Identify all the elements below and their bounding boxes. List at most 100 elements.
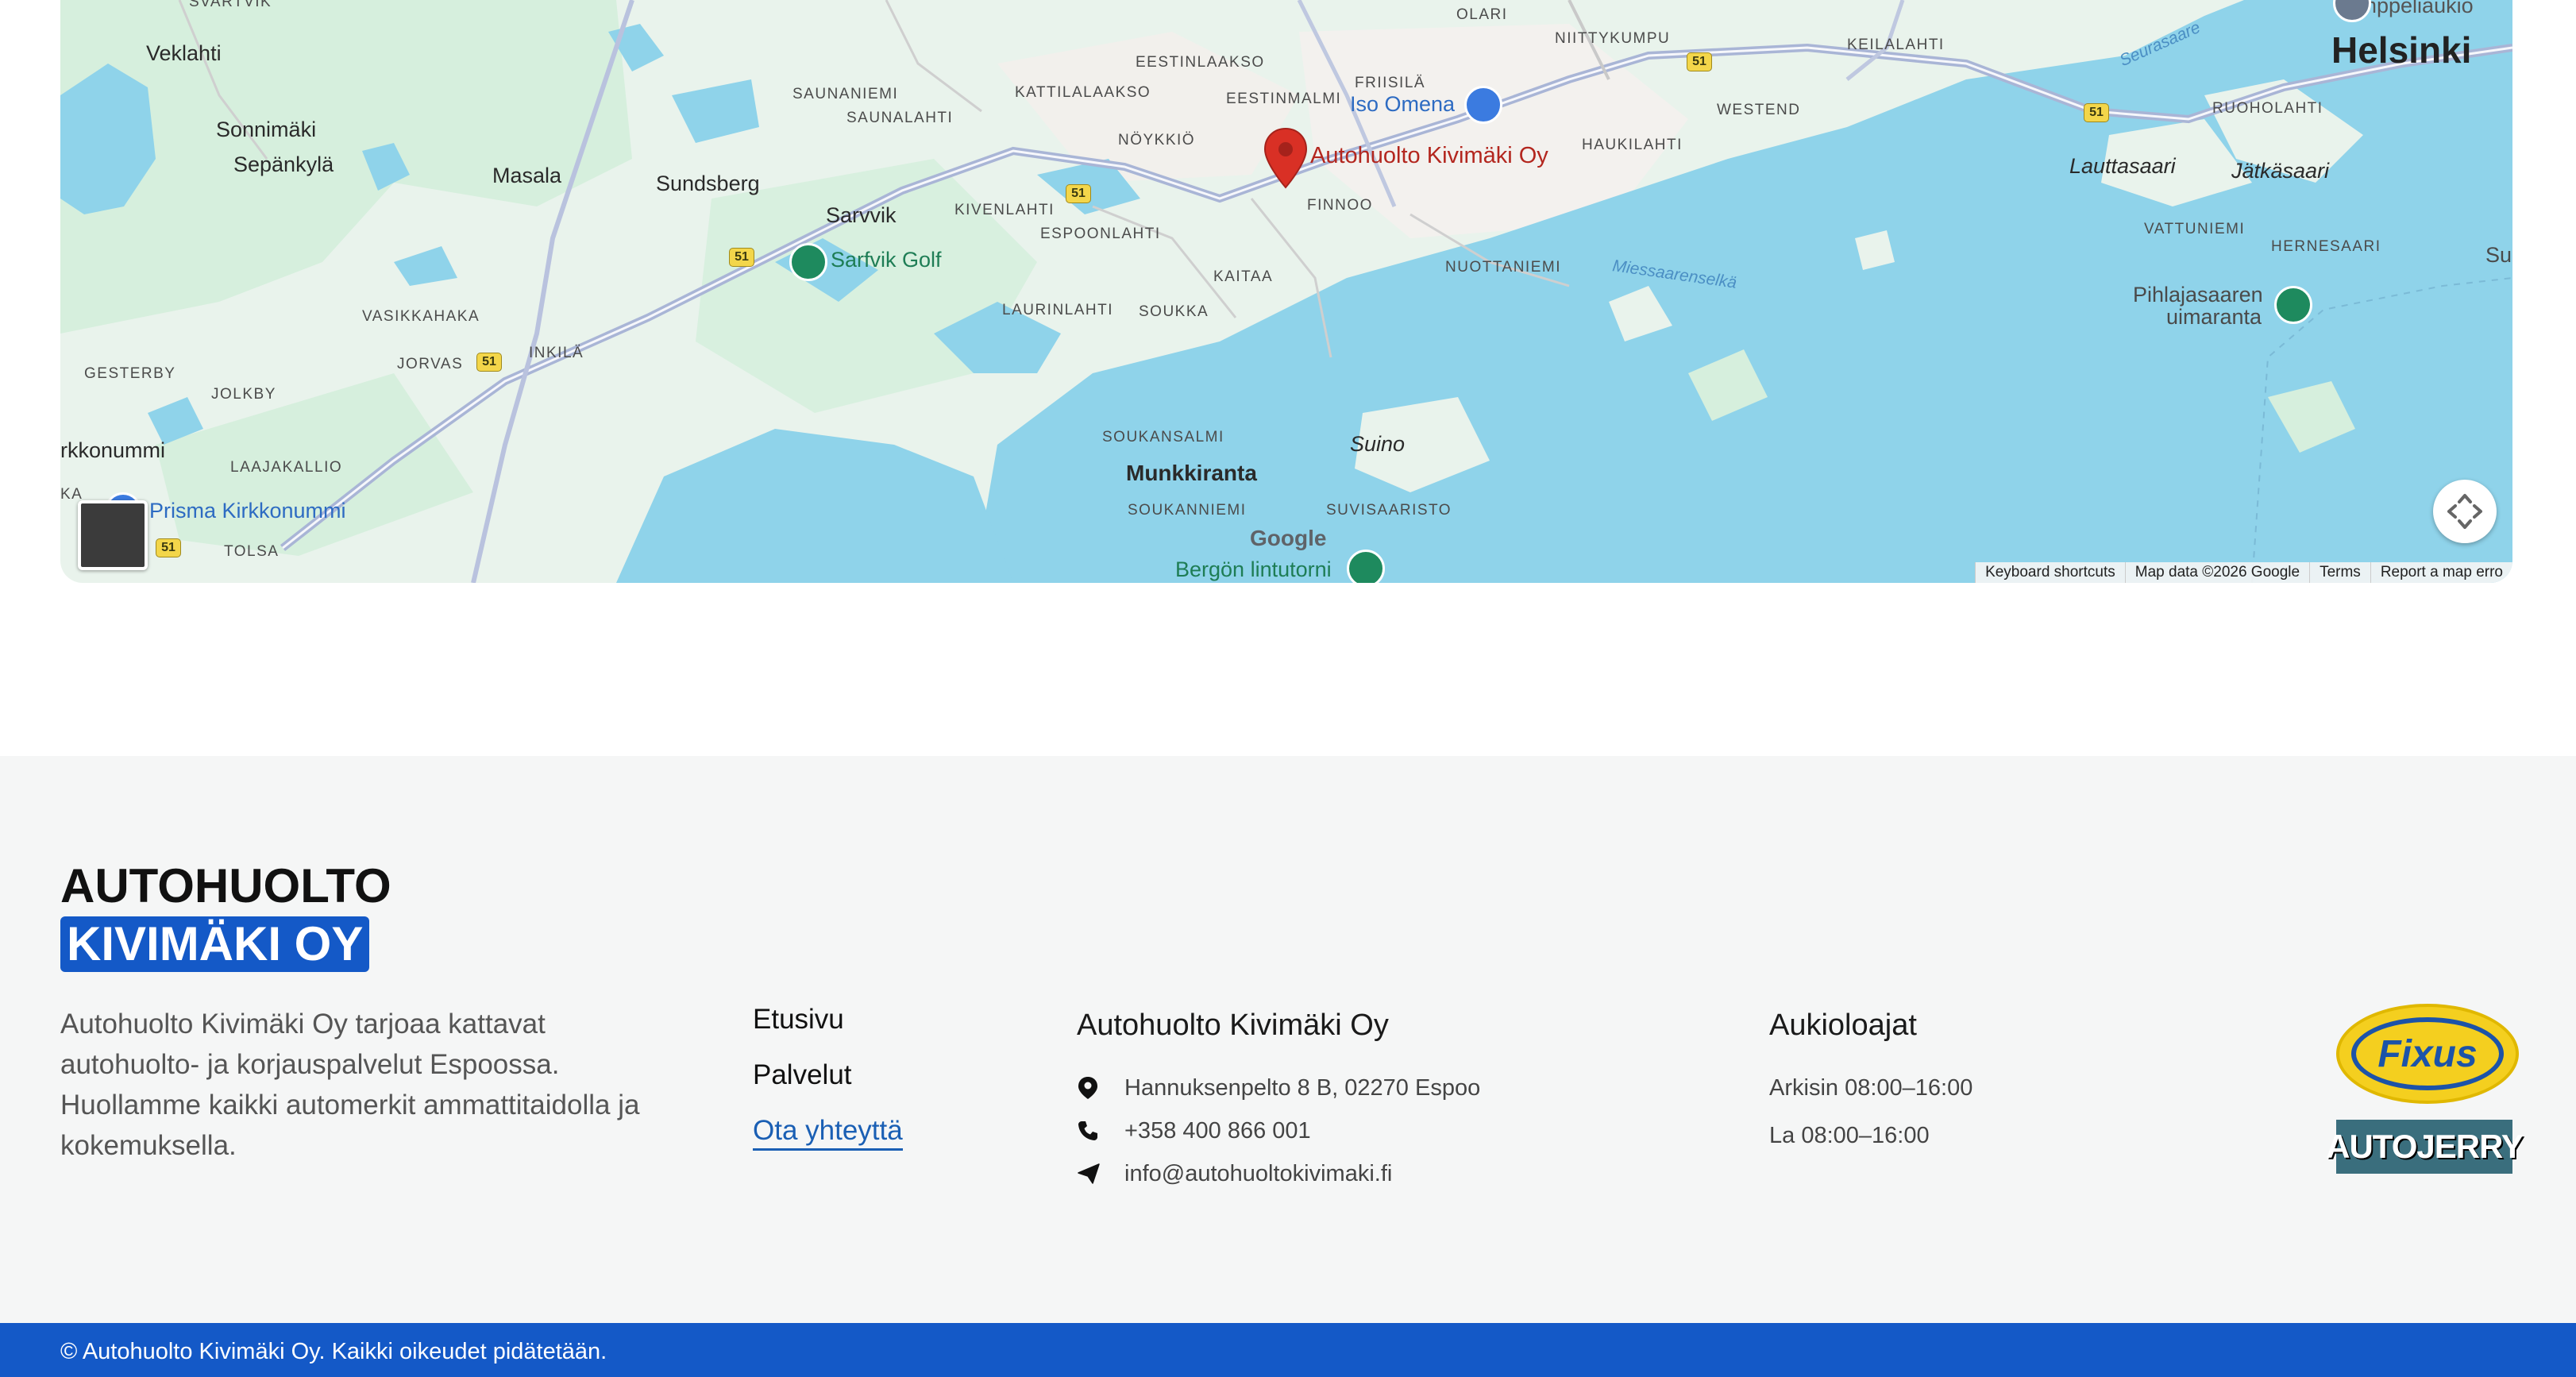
map-label: INKILÄ (529, 345, 584, 361)
road-shield: 51 (476, 353, 502, 372)
map-label: GESTERBY (84, 365, 176, 382)
contact-heading: Autohuolto Kivimäki Oy (1077, 1009, 1389, 1042)
poi-iso-omena[interactable]: Iso Omena (1350, 92, 1455, 117)
location-pin-icon (1078, 1077, 1097, 1099)
map-label: VASIKKAHAKA (362, 308, 480, 325)
road-shield: 51 (729, 248, 754, 267)
terms-link[interactable]: Terms (2309, 562, 2370, 583)
map-label: Sarvvik (826, 203, 897, 227)
tree-icon[interactable] (1347, 550, 1385, 583)
map-label: EESTINMALMI (1226, 91, 1342, 107)
map-label: OLARI (1456, 6, 1508, 23)
map-label: ESPOONLAHTI (1040, 226, 1161, 242)
map-label: VATTUNIEMI (2144, 221, 2246, 237)
map-label: LAAJAKALLIO (230, 459, 343, 476)
hours-weekdays: Arkisin 08:00–16:00 (1769, 1075, 1973, 1101)
logo-line-1: AUTOHUOLTO (60, 859, 391, 912)
map-data-text: Map data ©2026 Google (2124, 562, 2310, 583)
footer-hours: Aukioloajat Arkisin 08:00–16:00 La 08:00… (1769, 1009, 1972, 1157)
map-label: WESTEND (1717, 102, 1801, 118)
map-label: Su (2485, 243, 2512, 267)
contact-email[interactable]: info@autohuoltokivimaki.fi (1124, 1161, 1392, 1187)
google-logo: Google (1250, 526, 1327, 550)
contact-address: Hannuksenpelto 8 B, 02270 Espoo (1124, 1074, 1481, 1101)
map-label: TOLSA (224, 543, 280, 560)
hours-saturday: La 08:00–16:00 (1769, 1123, 1930, 1148)
map-label: SVARTVIK (189, 0, 272, 10)
map-label-helsinki: Helsinki (2331, 29, 2472, 71)
send-icon (1078, 1163, 1100, 1184)
map-label: Sepänkylä (233, 152, 334, 176)
map-label: NÖYKKIÖ (1118, 132, 1196, 148)
map-embed[interactable]: 51 51 51 51 51 51 SVARTVIK Veklahti Sonn… (60, 0, 2512, 583)
nav-link-home[interactable]: Etusivu (753, 1004, 903, 1059)
road-shield: 51 (1066, 184, 1091, 203)
map-label: JOLKBY (211, 386, 276, 403)
satellite-toggle[interactable] (78, 500, 148, 570)
logo-line-2: KIVIMÄKI OY (60, 916, 370, 972)
map-label: Lauttasaari (2069, 154, 2176, 178)
poi-bergon[interactable]: Bergön lintutorni (1175, 557, 1332, 582)
map-marker-icon[interactable] (1263, 127, 1309, 191)
map-label: KATTILALAAKSO (1015, 84, 1151, 101)
map-label: Munkkiranta (1126, 461, 1257, 485)
map-label: Pihlajasaaren (2133, 283, 2263, 307)
map-label: Sonnimäki (216, 118, 317, 141)
map-label: KEILALAHTI (1847, 37, 1945, 53)
autojerry-logo-text: AUTOJERRY (2326, 1128, 2524, 1165)
partner-logo-autojerry[interactable]: AUTOJERRY (2326, 1120, 2524, 1174)
fixus-logo-text: Fixus (2377, 1032, 2478, 1075)
golf-icon[interactable] (789, 243, 827, 281)
map-label: KIVENLAHTI (954, 202, 1055, 218)
shopping-icon[interactable] (1464, 86, 1502, 124)
road-shield: 51 (156, 538, 181, 557)
footer-logo[interactable]: AUTOHUOLTO KIVIMÄKI OY (60, 861, 391, 972)
site-footer: AUTOHUOLTO KIVIMÄKI OY Autohuolto Kivimä… (0, 756, 2576, 1323)
nav-link-services[interactable]: Palvelut (753, 1059, 903, 1115)
map-label: FRIISILÄ (1355, 75, 1426, 91)
contact-phone-row[interactable]: +358 400 866 001 (1077, 1109, 1480, 1152)
map-label: KAITAA (1213, 268, 1274, 285)
map-label: Masala (492, 164, 562, 187)
map-label: SUVISAARISTO (1326, 502, 1452, 519)
map-label: Veklahti (146, 41, 222, 65)
map-label: LAURINLAHTI (1002, 302, 1114, 318)
poi-prisma[interactable]: Prisma Kirkkonummi (149, 499, 346, 523)
map-label: uimaranta (2166, 305, 2262, 329)
map-label: NIITTYKUMPU (1555, 30, 1671, 47)
map-label: FINNOO (1307, 197, 1373, 214)
poi-sarfvik-golf[interactable]: Sarfvik Golf (831, 248, 942, 272)
map-label: Sundsberg (656, 172, 760, 195)
map-label: NUOTTANIEMI (1445, 259, 1561, 276)
map-label: SOUKANSALMI (1102, 429, 1224, 446)
map-attribution: Keyboard shortcuts Map data ©2026 Google… (1975, 562, 2512, 583)
map-label: Jätkäsaari (2231, 159, 2330, 183)
contact-email-row[interactable]: info@autohuoltokivimaki.fi (1077, 1152, 1480, 1195)
partner-logo-fixus[interactable]: Fixus (2336, 1004, 2519, 1104)
report-error-link[interactable]: Report a map erro (2370, 562, 2512, 583)
phone-icon (1078, 1121, 1097, 1140)
contact-address-row: Hannuksenpelto 8 B, 02270 Espoo (1077, 1066, 1480, 1109)
footer-description: Autohuolto Kivimäki Oy tarjoaa kattavat … (60, 1009, 640, 1161)
footer-contact: Autohuolto Kivimäki Oy Hannuksenpelto 8 … (1077, 1009, 1480, 1195)
map-label: RUOHOLAHTI (2212, 100, 2323, 117)
map-marker-label[interactable]: Autohuolto Kivimäki Oy (1310, 143, 1548, 169)
map-label: HERNESAARI (2271, 238, 2381, 255)
nav-link-contact[interactable]: Ota yhteyttä (753, 1115, 903, 1151)
fullscreen-button[interactable] (2433, 480, 2497, 543)
map-label: SOUKKA (1139, 303, 1209, 320)
road-shield: 51 (1687, 52, 1712, 71)
footer-nav: Etusivu Palvelut Ota yhteyttä (753, 1004, 903, 1151)
hours-heading: Aukioloajat (1769, 1009, 1917, 1042)
swim-icon[interactable] (2274, 286, 2312, 324)
map-label: Suino (1350, 432, 1406, 456)
map-label: SAUNALAHTI (846, 110, 954, 126)
keyboard-shortcuts-link[interactable]: Keyboard shortcuts (1975, 562, 2125, 583)
road-shield: 51 (2084, 103, 2109, 122)
map-label: JORVAS (397, 356, 464, 372)
map-label: SAUNANIEMI (792, 86, 899, 102)
map-label: SOUKANNIEMI (1128, 502, 1247, 519)
map-label: rkkonummi (60, 438, 166, 462)
map-label: HAUKILAHTI (1582, 137, 1683, 153)
contact-phone[interactable]: +358 400 866 001 (1124, 1118, 1311, 1144)
